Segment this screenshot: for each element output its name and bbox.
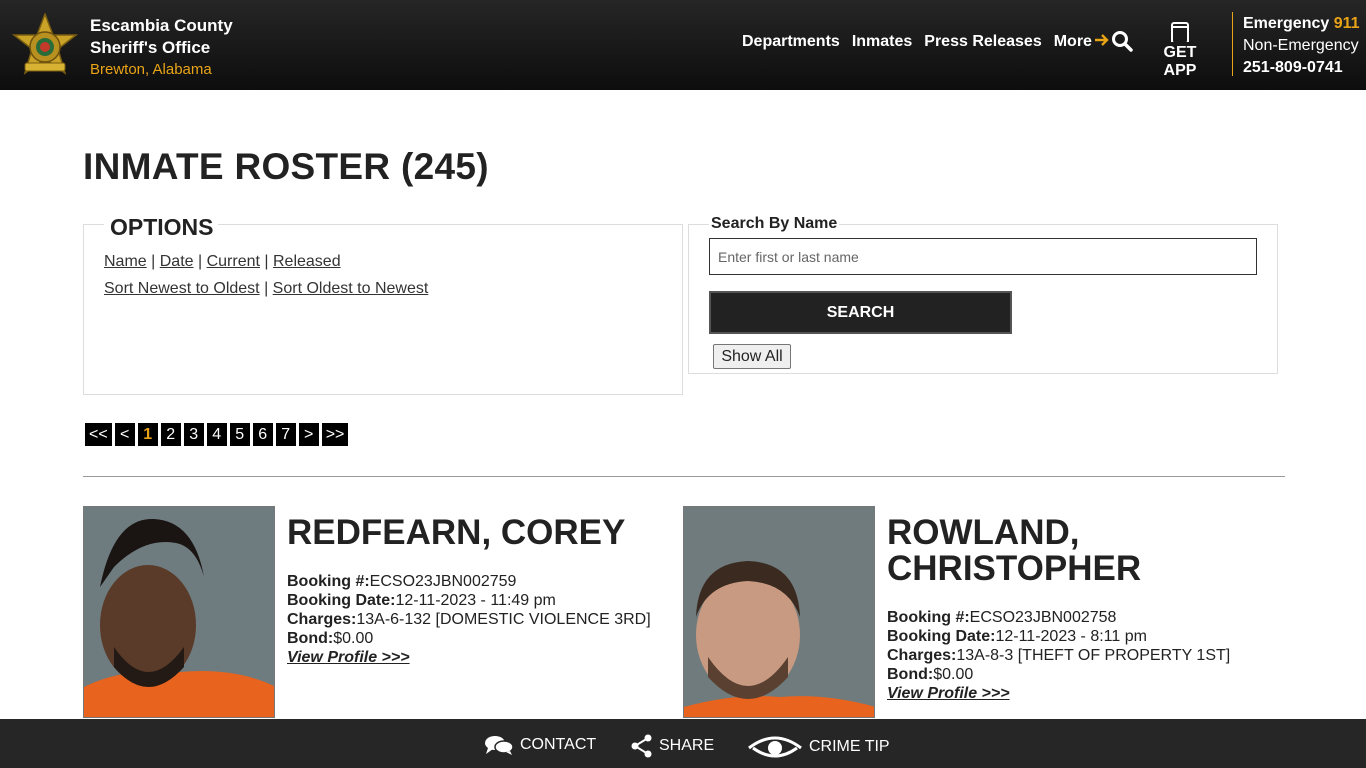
emergency-contacts: Emergency 911 Non-Emergency 251-809-0741: [1243, 13, 1360, 79]
sort-by-name-link[interactable]: Name: [104, 253, 147, 270]
pager-last[interactable]: >>: [321, 423, 349, 446]
brand-name-line1: Escambia County: [90, 16, 233, 35]
inmate-mugshot[interactable]: [83, 506, 275, 718]
inmate-name: REDFEARN, COREY: [287, 513, 626, 552]
charges-label: Charges:: [287, 611, 357, 628]
filter-current-link[interactable]: Current: [207, 253, 260, 270]
emergency-line[interactable]: Emergency 911: [1243, 13, 1360, 35]
emergency-number: 911: [1333, 15, 1360, 32]
nav-more-label: More: [1053, 33, 1092, 50]
booking-date-label: Booking Date:: [287, 592, 396, 609]
inmate-details: Booking #:ECSO23JBN002758 Booking Date:1…: [887, 608, 1230, 703]
share-icon: [631, 734, 652, 758]
crime-tip-button[interactable]: CRIME TIP: [747, 734, 890, 760]
bond-label: Bond:: [887, 666, 934, 683]
inmate-mugshot[interactable]: [683, 506, 875, 718]
get-app-button[interactable]: GET APP: [1146, 22, 1214, 80]
sort-links: Name | Date | Current | Released: [104, 253, 341, 270]
bottom-action-bar: CONTACT SHARE CRIME TIP: [0, 719, 1366, 768]
search-icon[interactable]: [1111, 30, 1133, 52]
pager-prev[interactable]: <: [114, 423, 135, 446]
booking-number-label: Booking #:: [887, 609, 970, 626]
booking-number: ECSO23JBN002759: [369, 573, 517, 590]
eye-icon: [748, 736, 802, 758]
pager-page-7[interactable]: 7: [275, 423, 296, 446]
inmate-name-line1: ROWLAND,: [887, 513, 1080, 552]
options-title: OPTIONS: [104, 214, 218, 241]
non-emergency-label: Non-Emergency: [1243, 37, 1359, 54]
pager-page-2[interactable]: 2: [160, 423, 181, 446]
pager-page-4[interactable]: 4: [206, 423, 227, 446]
bond: $0.00: [333, 630, 374, 647]
booking-date: 12-11-2023 - 11:49 pm: [395, 592, 556, 609]
arrow-right-icon: [1094, 34, 1109, 46]
inmate-name-line2: CHRISTOPHER: [887, 549, 1142, 588]
inmate-name: ROWLAND, CHRISTOPHER: [887, 515, 1141, 587]
crime-tip-label: CRIME TIP: [809, 738, 890, 755]
charges: 13A-8-3 [THEFT OF PROPERTY 1ST]: [956, 647, 1231, 664]
site-header: Escambia County Sheriff's Office Brewton…: [0, 0, 1366, 90]
get-app-label: GET APP: [1163, 44, 1197, 79]
nav-more[interactable]: More: [1054, 33, 1110, 51]
charges: 13A-6-132 [DOMESTIC VIOLENCE 3RD]: [356, 611, 651, 628]
booking-date: 12-11-2023 - 8:11 pm: [995, 628, 1147, 645]
sort-by-date-link[interactable]: Date: [160, 253, 194, 270]
sort-oldest-link[interactable]: Sort Oldest to Newest: [273, 280, 429, 297]
site-brand[interactable]: Escambia County Sheriff's Office Brewton…: [90, 15, 233, 81]
search-button[interactable]: SEARCH: [709, 291, 1012, 334]
share-label: SHARE: [659, 737, 715, 754]
show-all-button[interactable]: Show All: [713, 344, 791, 369]
pager-page-6[interactable]: 6: [252, 423, 273, 446]
sort-newest-link[interactable]: Sort Newest to Oldest: [104, 280, 260, 297]
phone-icon: [1171, 22, 1189, 42]
pagination: << < 1 2 3 4 5 6 7 > >>: [85, 423, 349, 446]
search-label: Search By Name: [709, 215, 840, 233]
contact-label: CONTACT: [520, 736, 597, 753]
inmate-details: Booking #:ECSO23JBN002759 Booking Date:1…: [287, 572, 651, 667]
pager-page-3[interactable]: 3: [183, 423, 204, 446]
order-links: Sort Newest to Oldest | Sort Oldest to N…: [104, 280, 429, 297]
booking-number-label: Booking #:: [287, 573, 370, 590]
brand-name-line2: Sheriff's Office: [90, 38, 211, 57]
view-profile-link[interactable]: View Profile >>>: [287, 649, 410, 666]
sheriff-badge-icon[interactable]: [11, 13, 79, 81]
nav-inmates[interactable]: Inmates: [852, 33, 912, 51]
filter-released-link[interactable]: Released: [273, 253, 341, 270]
booking-date-label: Booking Date:: [887, 628, 996, 645]
page-title: INMATE ROSTER (245): [83, 146, 489, 187]
booking-number: ECSO23JBN002758: [969, 609, 1117, 626]
contact-button[interactable]: CONTACT: [484, 734, 596, 756]
nav-departments[interactable]: Departments: [742, 33, 840, 51]
options-panel: [83, 224, 683, 395]
pager-page-1[interactable]: 1: [137, 423, 158, 446]
header-divider: [1232, 12, 1233, 76]
view-profile-link[interactable]: View Profile >>>: [887, 685, 1010, 702]
non-emergency-number[interactable]: 251-809-0741: [1243, 57, 1360, 79]
pager-page-5[interactable]: 5: [229, 423, 250, 446]
main-nav: Departments Inmates Press Releases More: [742, 33, 1110, 51]
chat-bubble-icon: [485, 736, 514, 755]
bond: $0.00: [933, 666, 974, 683]
search-input[interactable]: [709, 238, 1257, 275]
pager-first[interactable]: <<: [85, 423, 112, 446]
divider: [83, 476, 1285, 477]
charges-label: Charges:: [887, 647, 957, 664]
share-button[interactable]: SHARE: [631, 734, 714, 758]
bond-label: Bond:: [287, 630, 334, 647]
pager-next[interactable]: >: [298, 423, 319, 446]
brand-location: Brewton, Alabama: [90, 61, 212, 78]
emergency-label: Emergency: [1243, 15, 1330, 32]
nav-press-releases[interactable]: Press Releases: [924, 33, 1041, 51]
